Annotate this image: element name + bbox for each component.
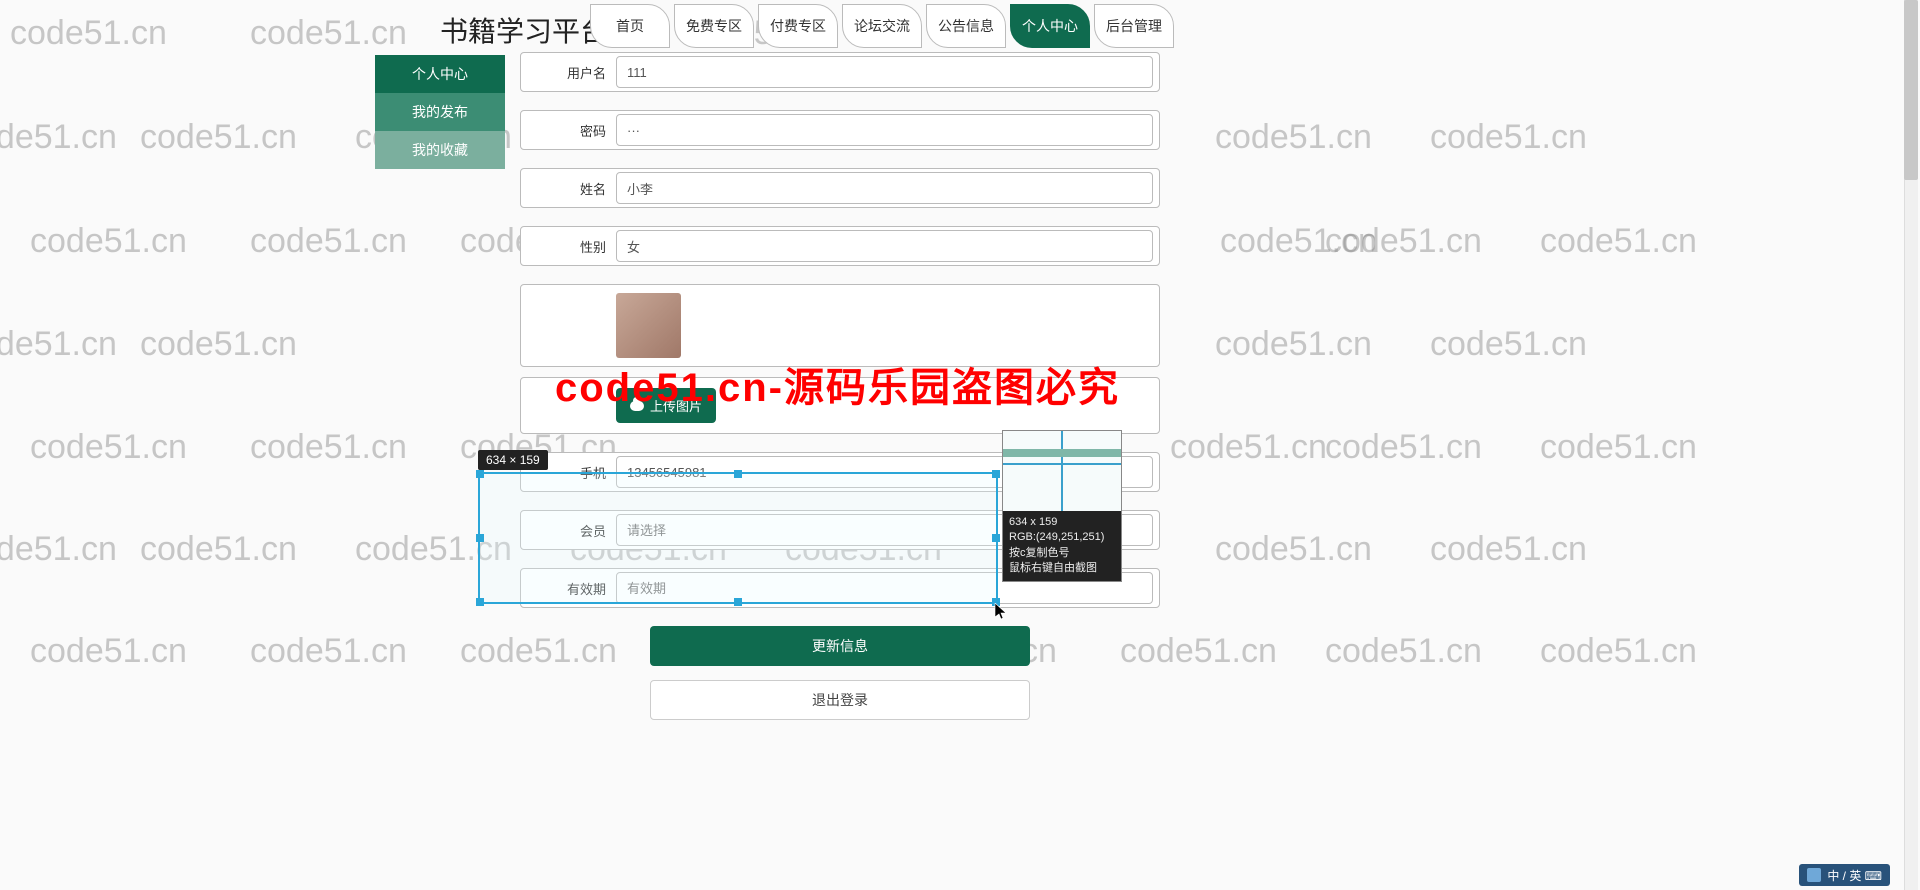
watermark: code51.cn xyxy=(1215,530,1372,569)
watermark: code51.cn xyxy=(250,632,407,671)
avatar-image xyxy=(616,293,681,358)
watermark: code51.cn xyxy=(250,428,407,467)
label-password: 密码 xyxy=(521,121,616,140)
watermark: code51.cn xyxy=(1430,530,1587,569)
watermark: code51.cn xyxy=(1430,325,1587,364)
nav-item-6[interactable]: 后台管理 xyxy=(1094,4,1174,48)
watermark: code51.cn xyxy=(0,325,117,364)
watermark: code51.cn xyxy=(1215,325,1372,364)
capture-magnifier: 634 x 159 RGB:(249,251,251) 按c复制色号 鼠标右键自… xyxy=(1002,430,1122,582)
row-password: 密码 ··· xyxy=(520,110,1160,150)
row-gender: 性别 女 xyxy=(520,226,1160,266)
capture-size-badge: 634 × 159 xyxy=(478,450,548,470)
magnifier-rightclick-hint: 鼠标右键自由截图 xyxy=(1009,561,1115,576)
brand-title: 书籍学习平台 xyxy=(440,10,608,50)
update-button[interactable]: 更新信息 xyxy=(650,626,1030,666)
ime-label: 中 / 英 ⌨ xyxy=(1827,867,1882,884)
ime-toolbar[interactable]: 中 / 英 ⌨ xyxy=(1799,864,1890,886)
ime-icon xyxy=(1807,868,1821,882)
input-username[interactable]: 111 xyxy=(616,56,1153,88)
label-member: 会员 xyxy=(521,521,616,540)
sidebar: 个人中心我的发布我的收藏 xyxy=(375,55,505,169)
page-scrollbar[interactable] xyxy=(1904,0,1918,890)
sidebar-item-0[interactable]: 个人中心 xyxy=(375,55,505,93)
nav-item-3[interactable]: 论坛交流 xyxy=(842,4,922,48)
watermark: code51.cn xyxy=(1430,118,1587,157)
header: 书籍学习平台 首页免费专区付费专区论坛交流公告信息个人中心后台管理 xyxy=(0,0,1920,55)
watermark: code51.cn xyxy=(0,530,117,569)
select-gender[interactable]: 女 xyxy=(616,230,1153,262)
watermark: code51.cn xyxy=(140,530,297,569)
magnifier-copy-hint: 按c复制色号 xyxy=(1009,546,1115,561)
magnifier-info: 634 x 159 RGB:(249,251,251) 按c复制色号 鼠标右键自… xyxy=(1003,511,1121,581)
nav-item-5[interactable]: 个人中心 xyxy=(1010,4,1090,48)
watermark: code51.cn xyxy=(1325,222,1482,261)
watermark: code51.cn xyxy=(30,222,187,261)
watermark: code51.cn xyxy=(1325,632,1482,671)
watermark: code51.cn xyxy=(1540,632,1697,671)
input-password[interactable]: ··· xyxy=(616,114,1153,146)
nav-item-4[interactable]: 公告信息 xyxy=(926,4,1006,48)
nav-item-0[interactable]: 首页 xyxy=(590,4,670,48)
label-gender: 性别 xyxy=(521,237,616,256)
nav-item-2[interactable]: 付费专区 xyxy=(758,4,838,48)
magnifier-size: 634 x 159 xyxy=(1009,515,1115,530)
row-username: 用户名 111 xyxy=(520,52,1160,92)
watermark: code51.cn xyxy=(1540,428,1697,467)
cursor-icon xyxy=(994,603,1008,626)
watermark: code51.cn xyxy=(30,632,187,671)
label-expire: 有效期 xyxy=(521,579,616,598)
watermark: code51.cn xyxy=(250,222,407,261)
magnifier-view xyxy=(1003,431,1121,511)
watermark: code51.cn xyxy=(1170,428,1327,467)
watermark: code51.cn xyxy=(1325,428,1482,467)
label-name: 姓名 xyxy=(521,179,616,198)
nav-item-1[interactable]: 免费专区 xyxy=(674,4,754,48)
watermark: code51.cn xyxy=(30,428,187,467)
watermark: code51.cn xyxy=(355,530,512,569)
label-username: 用户名 xyxy=(521,63,616,82)
watermark: code51.cn xyxy=(1215,118,1372,157)
watermark: code51.cn xyxy=(1540,222,1697,261)
sidebar-item-2[interactable]: 我的收藏 xyxy=(375,131,505,169)
watermark-red: code51.cn-源码乐园盗图必究 xyxy=(555,355,1120,413)
sidebar-item-1[interactable]: 我的发布 xyxy=(375,93,505,131)
watermark: code51.cn xyxy=(140,325,297,364)
watermark: code51.cn xyxy=(140,118,297,157)
logout-button[interactable]: 退出登录 xyxy=(650,680,1030,720)
magnifier-rgb: RGB:(249,251,251) xyxy=(1009,530,1115,545)
watermark: code51.cn xyxy=(0,118,117,157)
top-nav: 首页免费专区付费专区论坛交流公告信息个人中心后台管理 xyxy=(590,4,1174,48)
input-name[interactable]: 小李 xyxy=(616,172,1153,204)
watermark: code51.cn xyxy=(1220,222,1377,261)
row-name: 姓名 小李 xyxy=(520,168,1160,208)
